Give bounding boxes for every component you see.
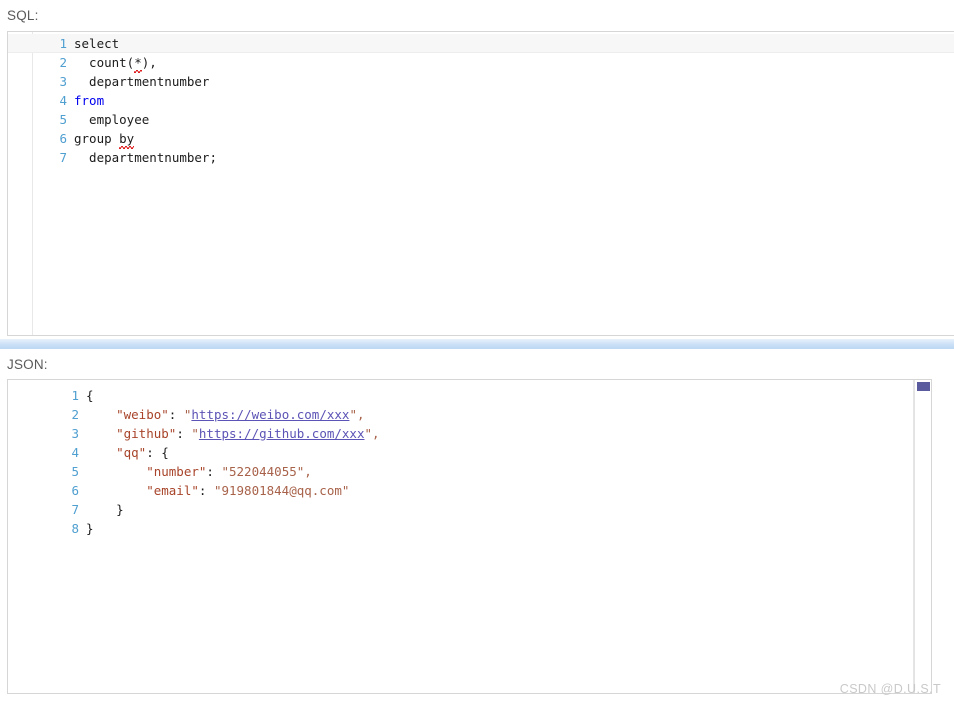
code-token: "weibo" [86, 407, 169, 422]
code-token: : [198, 483, 214, 498]
line-text: employee [74, 110, 149, 129]
line-text: "github": "https://github.com/xxx", [86, 424, 380, 443]
code-token: : [168, 407, 184, 422]
line-text: departmentnumber [74, 72, 209, 91]
code-token: "number" [86, 464, 207, 479]
line-text: from [74, 91, 104, 110]
code-token: * [134, 55, 142, 73]
code-token: { [161, 445, 169, 460]
sql-section-label: SQL: [7, 8, 39, 23]
code-line[interactable]: 3 departmentnumber [8, 72, 954, 91]
code-token: employee [74, 112, 150, 127]
line-text: } [86, 500, 124, 519]
line-number: 2 [71, 407, 79, 422]
code-token: "github" [86, 426, 177, 441]
code-token: : [176, 426, 192, 441]
code-link[interactable]: https://github.com/xxx [199, 426, 365, 441]
line-text: select [74, 34, 119, 53]
code-token: ", [349, 407, 365, 422]
line-text: departmentnumber; [74, 148, 217, 167]
line-number: 8 [71, 521, 79, 536]
line-text: } [86, 519, 94, 538]
code-token: ), [141, 55, 157, 70]
code-line[interactable]: 1{ [8, 386, 931, 405]
line-number: 3 [59, 74, 67, 89]
line-number: 7 [71, 502, 79, 517]
line-text: "weibo": "https://weibo.com/xxx", [86, 405, 365, 424]
line-number: 3 [71, 426, 79, 441]
sql-hscrollbar-thumb[interactable] [0, 340, 954, 349]
line-number: 4 [59, 93, 67, 108]
code-token: } [86, 521, 94, 536]
code-line[interactable]: 6 "email": "919801844@qq.com" [8, 481, 931, 500]
code-line[interactable]: 1 select [8, 34, 954, 53]
code-token: : [146, 445, 162, 460]
code-line[interactable]: 6 group by [8, 129, 954, 149]
code-line[interactable]: 4 from [8, 91, 954, 110]
code-token: "qq" [86, 445, 147, 460]
code-line[interactable]: 2 "weibo": "https://weibo.com/xxx", [8, 405, 931, 424]
line-text: count(*), [74, 53, 157, 73]
csdn-watermark: CSDN @D.U.S.T [839, 682, 941, 696]
line-text: "number": "522044055", [86, 462, 312, 481]
sql-code-area[interactable]: 1 select 2 count(*), 3 departmentnumber 4 fro… [8, 34, 954, 167]
code-token: : [206, 464, 222, 479]
sql-horizontal-scrollbar[interactable] [0, 338, 954, 349]
line-text: group by [74, 129, 135, 149]
code-line[interactable]: 7 departmentnumber; [8, 148, 954, 167]
code-line[interactable]: 5 "number": "522044055", [8, 462, 931, 481]
code-token: departmentnumber; [74, 150, 217, 165]
code-line[interactable]: 3 "github": "https://github.com/xxx", [8, 424, 931, 443]
json-vertical-scrollbar[interactable] [914, 380, 931, 693]
line-number: 4 [71, 445, 79, 460]
json-section-label: JSON: [7, 357, 48, 372]
code-token: select [74, 35, 120, 51]
json-code-area[interactable]: 1{2 "weibo": "https://weibo.com/xxx", 3 "… [8, 386, 931, 538]
code-line[interactable]: 2 count(*), [8, 53, 954, 73]
code-token: group [74, 131, 120, 146]
code-line[interactable]: 7 } [8, 500, 931, 519]
code-link[interactable]: https://weibo.com/xxx [191, 407, 349, 422]
code-token: "919801844@qq.com" [213, 483, 350, 498]
code-token: "email" [86, 483, 199, 498]
code-token: "522044055", [221, 464, 312, 479]
line-number: 2 [59, 55, 67, 70]
code-token: } [86, 502, 124, 517]
json-editor-panel[interactable]: 1{2 "weibo": "https://weibo.com/xxx", 3 "… [7, 379, 932, 694]
sql-editor-panel[interactable]: 1 select 2 count(*), 3 departmentnumber 4 fro… [7, 31, 954, 336]
json-vscrollbar-thumb[interactable] [917, 382, 930, 391]
line-number: 6 [71, 483, 79, 498]
code-token: ", [364, 426, 380, 441]
code-token: " [191, 426, 199, 441]
line-number: 5 [59, 112, 67, 127]
line-number: 6 [59, 131, 67, 146]
code-token: departmentnumber [74, 74, 210, 89]
code-line[interactable]: 4 "qq": { [8, 443, 931, 462]
line-number: 7 [59, 150, 67, 165]
code-line[interactable]: 5 employee [8, 110, 954, 129]
code-token: by [119, 131, 135, 149]
code-token: count( [74, 55, 135, 70]
code-token: from [74, 93, 105, 108]
line-number: 5 [71, 464, 79, 479]
code-line[interactable]: 8} [8, 519, 931, 538]
line-text: { [86, 386, 94, 405]
code-token: { [86, 388, 94, 403]
line-text: "qq": { [86, 443, 169, 462]
line-number: 1 [59, 35, 67, 51]
page-root: SQL: 1 select 2 count(*), 3 departmentnumbe… [0, 0, 954, 702]
line-text: "email": "919801844@qq.com" [86, 481, 349, 500]
line-number: 1 [71, 388, 79, 403]
